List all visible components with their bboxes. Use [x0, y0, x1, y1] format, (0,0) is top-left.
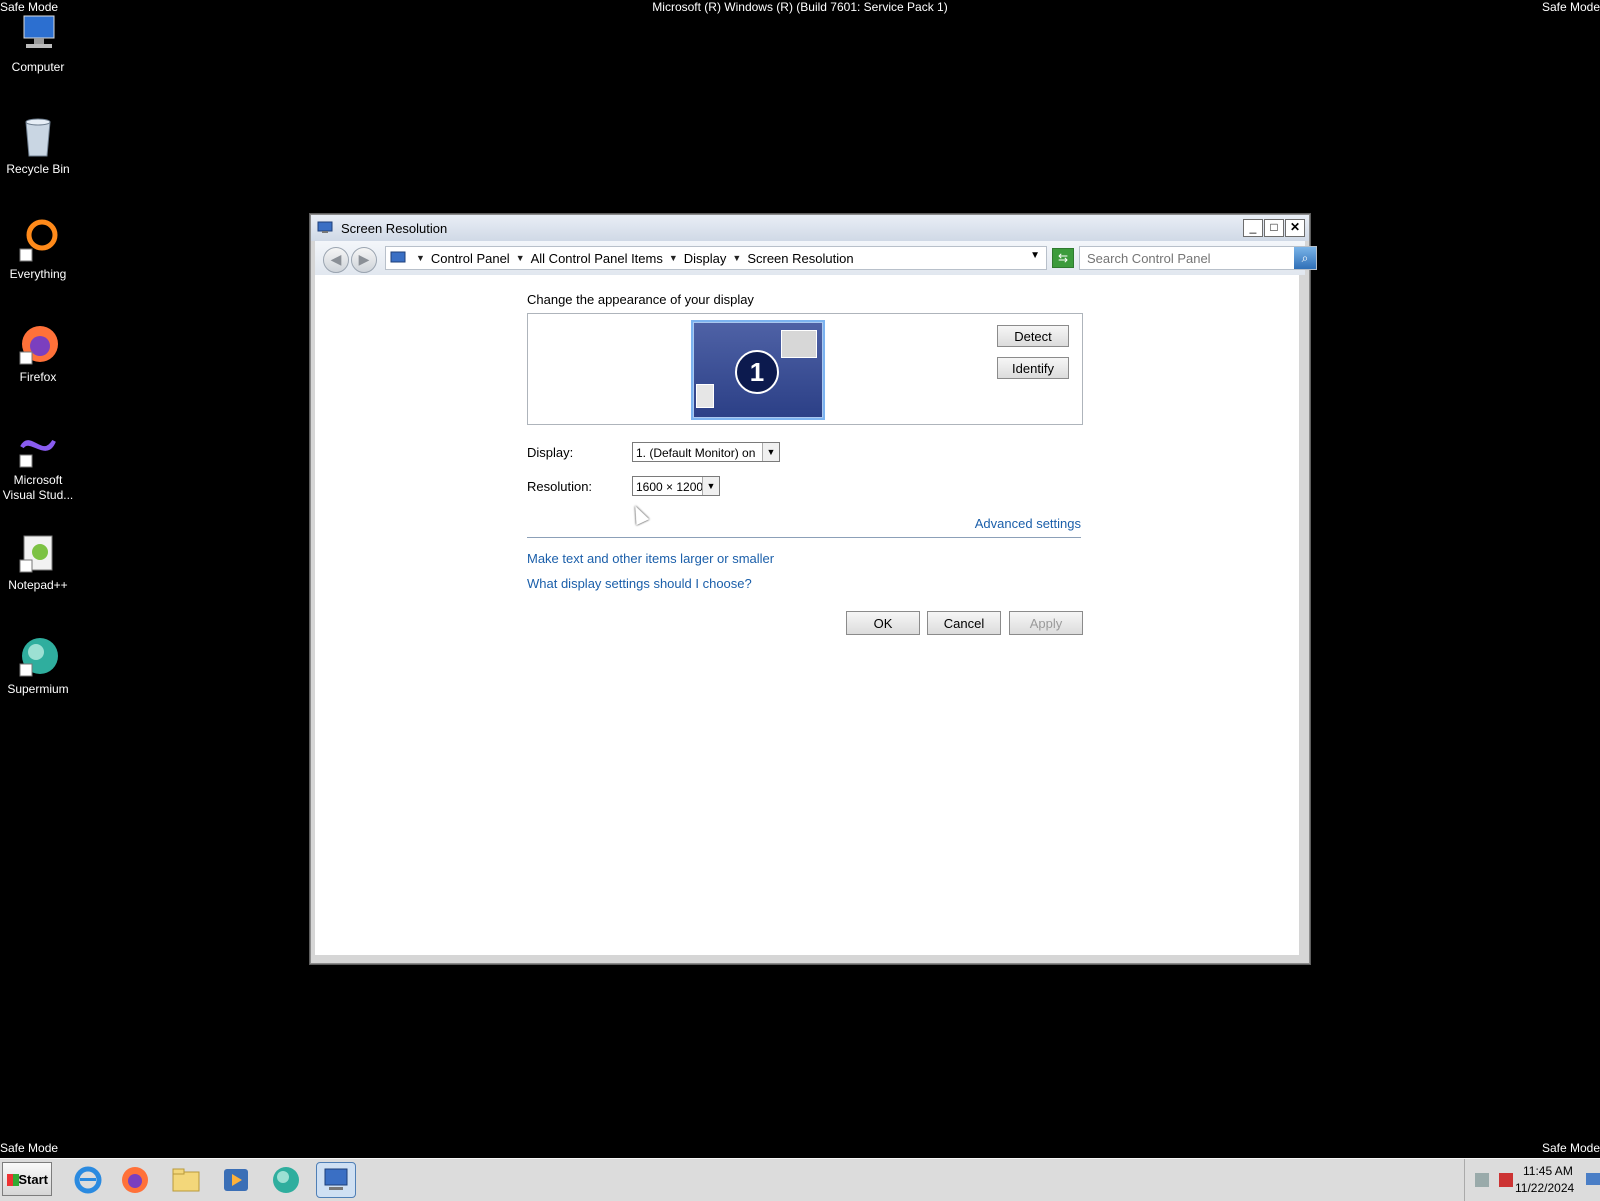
chevron-down-icon[interactable]: ▼	[762, 443, 779, 461]
display-label: Display:	[527, 445, 574, 460]
search-box: ⌕	[1079, 246, 1317, 270]
search-icon[interactable]: ⌕	[1294, 247, 1316, 269]
monitor-tile[interactable]: 1	[691, 320, 825, 420]
display-select[interactable]: 1. (Default Monitor) on ▼	[632, 442, 780, 462]
safe-mode-label-bottom-right: Safe Mode	[1541, 1141, 1600, 1155]
computer-icon	[16, 12, 60, 56]
title-bar[interactable]: Screen Resolution _ □ ✕	[311, 215, 1309, 241]
clock-time[interactable]: 11:45 AM	[1523, 1164, 1573, 1178]
address-bar: ◀ ▶ ▼ Control Panel ▼ All Control Panel …	[315, 241, 1317, 275]
chevron-down-icon[interactable]: ▼	[416, 253, 425, 263]
desktop-icon-firefox[interactable]: Firefox	[2, 322, 74, 385]
content-pane: Change the appearance of your display 1 …	[315, 275, 1299, 955]
safe-mode-label-top-right: Safe Mode	[1541, 0, 1600, 14]
visual-studio-icon	[16, 425, 60, 469]
desktop-icon-visual-studio[interactable]: Microsoft Visual Stud...	[2, 425, 74, 503]
chevron-down-icon[interactable]: ▼	[516, 253, 525, 263]
text-size-link[interactable]: Make text and other items larger or smal…	[527, 551, 774, 566]
firefox-icon[interactable]	[119, 1165, 151, 1195]
desktop-icon-supermium[interactable]: Supermium	[2, 634, 74, 697]
ok-button[interactable]: OK	[846, 611, 920, 635]
search-input[interactable]	[1080, 247, 1285, 269]
mini-window-graphic	[696, 384, 714, 408]
system-tray: 11:45 AM 11/22/2024	[1464, 1159, 1600, 1201]
resolution-select-value: 1600 × 1200	[636, 480, 704, 494]
control-panel-icon	[390, 251, 406, 263]
screen-resolution-window: Screen Resolution _ □ ✕ ◀ ▶ ▼ Control Pa…	[310, 214, 1317, 964]
firefox-icon	[16, 322, 60, 366]
divider	[527, 537, 1081, 538]
breadcrumb-display[interactable]: Display	[684, 251, 727, 266]
back-button[interactable]: ◀	[323, 247, 349, 273]
display-settings-icon	[317, 221, 333, 233]
apply-button[interactable]: Apply	[1009, 611, 1083, 635]
start-label: Start	[18, 1172, 48, 1187]
breadcrumb-all-items[interactable]: All Control Panel Items	[531, 251, 663, 266]
close-button[interactable]: ✕	[1285, 219, 1305, 237]
chevron-down-icon[interactable]: ▼	[732, 253, 741, 263]
everything-icon	[16, 219, 60, 263]
file-explorer-icon[interactable]	[170, 1165, 202, 1195]
refresh-button[interactable]: ⇆	[1052, 248, 1074, 268]
resolution-select[interactable]: 1600 × 1200 ▼	[632, 476, 720, 496]
display-help-link[interactable]: What display settings should I choose?	[527, 576, 752, 591]
advanced-settings-link[interactable]: Advanced settings	[975, 516, 1081, 531]
cancel-button[interactable]: Cancel	[927, 611, 1001, 635]
breadcrumb-control-panel[interactable]: Control Panel	[431, 251, 510, 266]
maximize-button[interactable]: □	[1264, 219, 1284, 237]
control-panel-icon	[324, 1168, 348, 1190]
desktop-icon-computer[interactable]: Computer	[2, 12, 74, 75]
desktop-icon-notepad-plus-plus[interactable]: Notepad++	[2, 530, 74, 593]
monitor-number: 1	[735, 350, 779, 394]
monitor-preview-panel: 1 Detect Identify	[527, 313, 1083, 425]
desktop-icon-recycle-bin[interactable]: Recycle Bin	[2, 114, 74, 177]
window-title: Screen Resolution	[341, 221, 448, 236]
detect-button[interactable]: Detect	[997, 325, 1069, 347]
identify-button[interactable]: Identify	[997, 357, 1069, 379]
breadcrumb[interactable]: ▼ Control Panel ▼ All Control Panel Item…	[385, 246, 1047, 270]
address-dropdown-icon[interactable]: ▼	[1030, 250, 1040, 261]
windows-logo-icon	[7, 1174, 19, 1186]
recycle-bin-icon	[16, 114, 60, 158]
desktop-icon-everything[interactable]: Everything	[2, 219, 74, 282]
mini-window-graphic	[781, 330, 817, 358]
chevron-down-icon[interactable]: ▼	[669, 253, 678, 263]
forward-button[interactable]: ▶	[351, 247, 377, 273]
start-button[interactable]: Start	[2, 1162, 52, 1196]
supermium-icon[interactable]	[270, 1165, 302, 1195]
internet-explorer-icon[interactable]	[72, 1165, 104, 1195]
os-build-title: Microsoft (R) Windows (R) (Build 7601: S…	[652, 0, 948, 14]
network-icon[interactable]	[1475, 1173, 1489, 1187]
media-player-icon[interactable]	[220, 1165, 252, 1195]
display-select-value: 1. (Default Monitor) on	[636, 446, 756, 460]
breadcrumb-screen-resolution[interactable]: Screen Resolution	[747, 251, 853, 266]
show-desktop-button[interactable]	[1586, 1173, 1600, 1185]
notepad-plus-plus-icon	[16, 530, 60, 574]
clock-date[interactable]: 11/22/2024	[1515, 1181, 1574, 1195]
safe-mode-label-bottom-left: Safe Mode	[0, 1141, 59, 1155]
control-panel-taskbar-button[interactable]	[316, 1162, 356, 1198]
resolution-label: Resolution:	[527, 479, 593, 494]
minimize-button[interactable]: _	[1243, 219, 1263, 237]
page-heading: Change the appearance of your display	[527, 292, 754, 307]
supermium-icon	[16, 634, 60, 678]
taskbar: Start 11:45 AM 11/22/2024	[0, 1158, 1600, 1201]
chevron-down-icon[interactable]: ▼	[702, 477, 719, 495]
volume-muted-icon[interactable]	[1499, 1173, 1513, 1187]
